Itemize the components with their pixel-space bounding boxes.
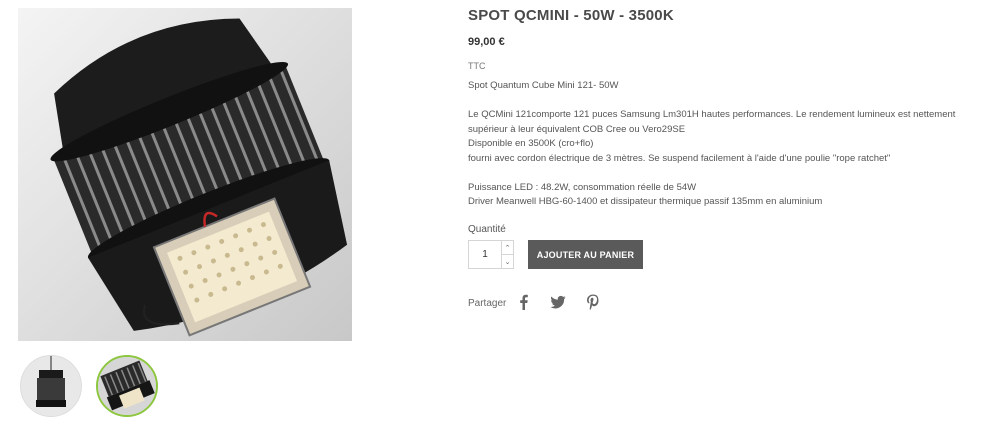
share-label: Partager	[468, 298, 507, 309]
tax-label: TTC	[468, 61, 486, 71]
product-main-image[interactable]	[18, 8, 352, 341]
quantity-arrows: ⌃ ⌄	[501, 241, 513, 268]
pinterest-icon[interactable]	[585, 294, 601, 310]
facebook-icon[interactable]	[516, 294, 532, 310]
description-line: Puissance LED : 48.2W, consommation réel…	[468, 181, 697, 193]
quantity-increment-icon[interactable]: ⌃	[502, 241, 513, 255]
add-to-cart-button[interactable]: AJOUTER AU PANIER	[528, 240, 643, 269]
product-price: 99,00 €	[468, 36, 505, 48]
led-spot-lamp-illustration	[18, 8, 352, 341]
product-title: SPOT QCMINI - 50W - 3500K	[468, 7, 674, 24]
description-line: fourni avec cordon électrique de 3 mètre…	[468, 152, 891, 164]
quantity-label: Quantité	[468, 224, 506, 235]
twitter-icon[interactable]	[550, 294, 566, 310]
thumbnail-lamp-image	[21, 356, 81, 416]
quantity-input[interactable]	[469, 241, 501, 268]
product-description: Le QCMini 121comporte 121 puces Samsung …	[468, 108, 993, 210]
description-line: Disponible en 3500K (cro+flo)	[468, 138, 594, 149]
thumbnail-1[interactable]	[20, 355, 82, 417]
product-subtitle: Spot Quantum Cube Mini 121- 50W	[468, 80, 619, 91]
description-line: Le QCMini 121comporte 121 puces Samsung …	[468, 109, 956, 135]
thumbnail-2-selected[interactable]	[96, 355, 158, 417]
quantity-stepper: ⌃ ⌄	[468, 240, 514, 269]
description-line: Driver Meanwell HBG-60-1400 et dissipate…	[468, 196, 823, 207]
thumbnail-lamp-image	[98, 357, 156, 415]
quantity-decrement-icon[interactable]: ⌄	[502, 255, 513, 268]
